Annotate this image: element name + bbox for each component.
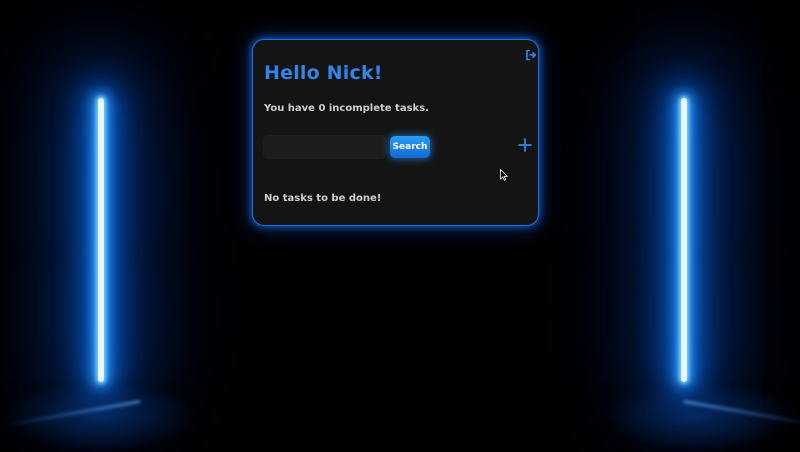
search-input[interactable] bbox=[263, 135, 387, 159]
floor-glow-left bbox=[0, 380, 200, 452]
task-summary: You have 0 incomplete tasks. bbox=[264, 103, 429, 114]
greeting-title: Hello Nick! bbox=[264, 62, 383, 84]
neon-light-right bbox=[681, 98, 687, 382]
search-button[interactable]: Search bbox=[390, 136, 430, 158]
plus-icon bbox=[518, 138, 532, 152]
mouse-cursor-icon bbox=[500, 166, 509, 181]
neon-light-left bbox=[98, 98, 104, 382]
todo-card: Hello Nick! You have 0 incomplete tasks.… bbox=[252, 39, 539, 226]
logout-icon[interactable] bbox=[525, 46, 537, 61]
app-background: Hello Nick! You have 0 incomplete tasks.… bbox=[0, 0, 800, 452]
add-task-button[interactable] bbox=[517, 137, 533, 153]
empty-task-message: No tasks to be done! bbox=[264, 193, 382, 204]
